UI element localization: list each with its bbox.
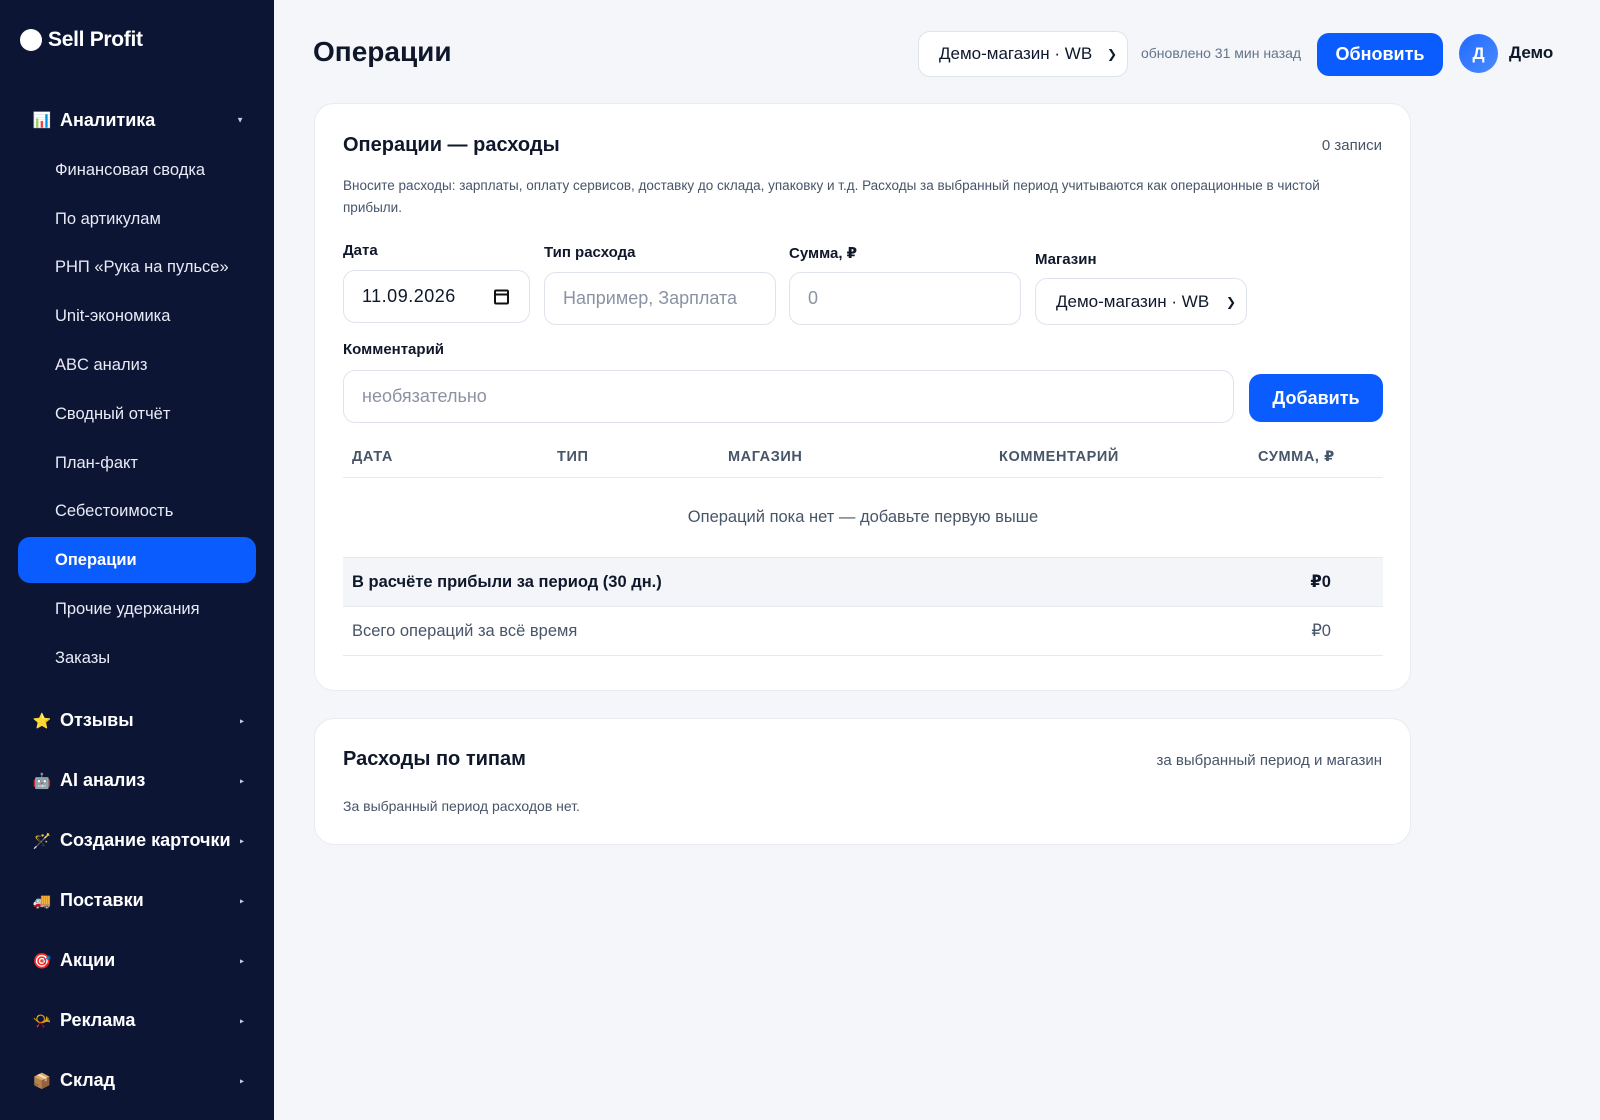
sidebar-group-label: Создание карточки [60, 830, 231, 851]
sidebar-group-label: Склад [60, 1070, 116, 1091]
expenses-description: Вносите расходы: зарплаты, оплату сервис… [343, 178, 1320, 215]
chevron-right-icon: ▸ [239, 956, 244, 966]
avatar[interactable]: Д [1459, 34, 1498, 73]
expenses-card-title: Операции — расходы [343, 134, 560, 156]
chevron-right-icon: ▸ [239, 716, 244, 726]
records-count: 0 записи [1321, 137, 1382, 154]
column-header-amount[interactable]: СУММА, ₽ [1258, 449, 1335, 465]
sidebar-item-orders[interactable]: Заказы [0, 634, 274, 683]
chevron-down-icon: ❯ [1106, 47, 1117, 61]
star-icon: ⭐ [32, 712, 52, 730]
comment-label: Комментарий [343, 341, 445, 358]
amount-label: Сумма, ₽ [789, 245, 858, 262]
sidebar-item-financial-summary[interactable]: Финансовая сводка [0, 146, 274, 195]
target-icon: 🎯 [32, 952, 52, 970]
expenses-by-type-card: Расходы по типам за выбранный период и м… [314, 718, 1411, 845]
store-field-select[interactable]: Демо-магазин · WB ❯ [1035, 278, 1247, 325]
expenses-card: Операции — расходы 0 записи Вносите расх… [314, 103, 1411, 691]
sidebar-group-advertising[interactable]: 📯 Реклама ▸ [0, 997, 274, 1045]
page-title: Операции [313, 36, 452, 67]
amount-placeholder: 0 [808, 288, 819, 308]
sidebar-group-ai-analysis[interactable]: 🤖 AI анализ ▸ [0, 757, 274, 805]
table-empty-state: Операций пока нет — добавьте первую выше [343, 478, 1383, 558]
sidebar-group-label: Реклама [60, 1010, 136, 1031]
period-total-row: В расчёте прибыли за период (30 дн.) ₽0 [343, 558, 1383, 607]
sidebar-group-promotions[interactable]: 🎯 Акции ▸ [0, 937, 274, 985]
all-time-total-label: Всего операций за всё время [352, 621, 578, 640]
chevron-down-icon: ▼ [236, 115, 244, 125]
all-time-total-row: Всего операций за всё время ₽0 [343, 607, 1383, 656]
comment-placeholder: необязательно [362, 386, 487, 406]
date-value: 11.09.2026 [362, 286, 456, 306]
sidebar-group-label: Аналитика [60, 109, 156, 130]
chart-icon: 📊 [32, 112, 52, 129]
expense-type-label: Тип расхода [544, 244, 636, 261]
date-field[interactable]: 11.09.2026 [343, 270, 530, 323]
sidebar-item-cost-price[interactable]: Себестоимость [0, 488, 274, 537]
period-total-label: В расчёте прибыли за период (30 дн.) [352, 572, 662, 591]
column-header-store[interactable]: МАГАЗИН [728, 449, 803, 465]
package-icon: 📦 [32, 1072, 52, 1090]
sidebar-item-summary-report[interactable]: Сводный отчёт [0, 390, 274, 439]
sidebar-item-plan-fact[interactable]: План-факт [0, 439, 274, 488]
amount-input[interactable]: 0 [789, 272, 1021, 325]
add-button[interactable]: Добавить [1249, 374, 1383, 422]
store-select[interactable]: Демо-магазин · WB ❯ [918, 31, 1128, 77]
brand-dot-icon [20, 29, 42, 51]
by-type-meta: за выбранный период и магазин [1156, 752, 1382, 769]
sidebar-group-card-creation[interactable]: 🪄 Создание карточки ▸ [0, 817, 274, 865]
sidebar-group-supplies[interactable]: 🚚 Поставки ▸ [0, 877, 274, 925]
robot-icon: 🤖 [32, 772, 52, 790]
sidebar-group-label: AI анализ [60, 770, 146, 791]
store-field-value: Демо-магазин · WB [1056, 291, 1210, 311]
sidebar-group-label: Поставки [60, 890, 144, 911]
sidebar-item-other-deductions[interactable]: Прочие удержания [0, 585, 274, 634]
brand-logo[interactable]: Sell Profit [20, 28, 143, 52]
sidebar-group-label: Акции [60, 950, 116, 971]
chevron-down-icon: ❯ [1225, 294, 1236, 309]
sidebar-item-abc-analysis[interactable]: ABC анализ [0, 341, 274, 390]
chevron-right-icon: ▸ [239, 1016, 244, 1026]
sidebar-group-label: Отзывы [60, 710, 134, 731]
refresh-button[interactable]: Обновить [1317, 33, 1443, 76]
comment-input[interactable]: необязательно [343, 370, 1234, 423]
chevron-right-icon: ▸ [239, 836, 244, 846]
by-type-empty-text: За выбранный период расходов нет. [343, 798, 580, 814]
calendar-icon[interactable] [494, 289, 509, 304]
column-header-date[interactable]: ДАТА [352, 449, 393, 465]
store-label: Магазин [1035, 251, 1097, 268]
by-type-title: Расходы по типам [343, 748, 526, 770]
column-header-comment[interactable]: КОММЕНТАРИЙ [999, 449, 1119, 465]
truck-icon: 🚚 [32, 892, 52, 910]
all-time-total-value: ₽0 [1311, 622, 1331, 640]
sidebar-item-operations[interactable]: Операции [18, 537, 256, 584]
chevron-right-icon: ▸ [239, 1076, 244, 1086]
last-updated-text: обновлено 31 мин назад [1141, 45, 1302, 61]
horn-icon: 📯 [32, 1012, 52, 1030]
chevron-right-icon: ▸ [239, 896, 244, 906]
date-label: Дата [343, 242, 378, 259]
sidebar-subitems: Финансовая сводка По артикулам РНП «Рука… [0, 144, 274, 697]
column-header-type[interactable]: ТИП [557, 449, 589, 465]
sidebar-item-by-sku[interactable]: По артикулам [0, 195, 274, 244]
chevron-right-icon: ▸ [239, 776, 244, 786]
user-name[interactable]: Демо [1509, 43, 1553, 63]
period-total-value: ₽0 [1310, 573, 1331, 591]
sidebar-group-analytics[interactable]: 📊 Аналитика ▼ [0, 96, 274, 144]
expense-type-input[interactable]: Например, Зарплата [544, 272, 776, 325]
sidebar-group-warehouse[interactable]: 📦 Склад ▸ [0, 1057, 274, 1105]
sidebar-item-rnp[interactable]: РНП «Рука на пульсе» [0, 244, 274, 293]
table-header: ДАТА ТИП МАГАЗИН КОММЕНТАРИЙ СУММА, ₽ [343, 434, 1383, 478]
sidebar-item-unit-economics[interactable]: Unit-экономика [0, 292, 274, 341]
sidebar-group-reviews[interactable]: ⭐ Отзывы ▸ [0, 697, 274, 745]
store-select-value: Демо-магазин · WB [939, 44, 1093, 63]
sidebar-nav: 📊 Аналитика ▼ Финансовая сводка По артик… [0, 96, 274, 1105]
magic-wand-icon: 🪄 [32, 832, 52, 850]
sidebar: Sell Profit 📊 Аналитика ▼ Финансовая сво… [0, 0, 274, 1120]
expense-type-placeholder: Например, Зарплата [563, 288, 738, 308]
brand-name: Sell Profit [48, 28, 143, 51]
